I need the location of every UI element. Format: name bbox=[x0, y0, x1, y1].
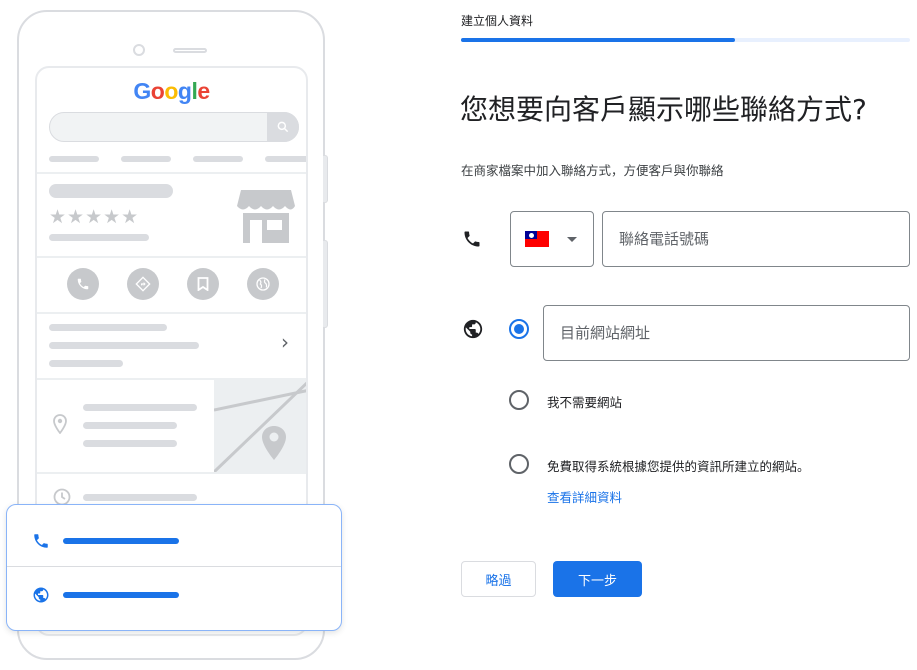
divider bbox=[37, 256, 306, 258]
country-code-select[interactable] bbox=[510, 211, 594, 267]
placeholder-line bbox=[83, 440, 177, 447]
phone-icon bbox=[34, 534, 48, 548]
placeholder-line bbox=[49, 156, 99, 162]
page-title: 您想要向客戶顯示哪些聯絡方式? bbox=[460, 93, 867, 126]
placeholder-line bbox=[49, 324, 167, 331]
globe-icon bbox=[463, 319, 483, 339]
placeholder-line bbox=[49, 184, 173, 198]
dropdown-arrow-icon bbox=[567, 236, 577, 242]
radio-label-free-website: 免費取得系統根據您提供的資訊所建立的網站。 bbox=[547, 459, 810, 474]
step-label: 建立個人資料 bbox=[461, 14, 534, 28]
divider bbox=[37, 472, 306, 474]
taiwan-flag-icon bbox=[525, 231, 549, 247]
placeholder-line bbox=[63, 538, 179, 544]
placeholder-line bbox=[83, 422, 177, 429]
progress-bar bbox=[461, 38, 910, 42]
storefront-icon bbox=[237, 190, 295, 243]
divider bbox=[7, 566, 341, 567]
search-icon bbox=[267, 112, 299, 142]
placeholder-line bbox=[49, 360, 123, 367]
phone-number-input[interactable] bbox=[602, 211, 910, 267]
radio-existing-website[interactable] bbox=[509, 319, 529, 339]
phone-icon bbox=[67, 268, 99, 300]
placeholder-line bbox=[121, 156, 171, 162]
location-pin-icon bbox=[53, 414, 67, 434]
phone-camera bbox=[133, 44, 145, 56]
globe-icon bbox=[247, 268, 279, 300]
placeholder-line bbox=[49, 234, 149, 241]
placeholder-line bbox=[193, 156, 243, 162]
radio-label-no-website: 我不需要網站 bbox=[547, 395, 623, 410]
radio-free-website[interactable] bbox=[509, 454, 529, 474]
search-bar-illustration bbox=[49, 112, 299, 142]
chevron-right-icon: › bbox=[281, 330, 289, 354]
placeholder-line bbox=[63, 592, 179, 598]
directions-icon bbox=[127, 268, 159, 300]
next-button[interactable]: 下一步 bbox=[553, 561, 642, 597]
skip-button[interactable]: 略過 bbox=[461, 561, 536, 597]
bookmark-icon bbox=[187, 268, 219, 300]
google-logo: Google bbox=[133, 78, 210, 104]
phone-icon bbox=[464, 231, 480, 247]
globe-icon bbox=[33, 587, 49, 603]
website-url-input[interactable] bbox=[543, 305, 910, 361]
placeholder-line bbox=[265, 156, 306, 162]
divider bbox=[37, 172, 306, 174]
radio-no-website[interactable] bbox=[509, 390, 529, 410]
see-details-link[interactable]: 查看詳細資料 bbox=[547, 487, 622, 506]
placeholder-line bbox=[83, 494, 197, 501]
page-subtitle: 在商家檔案中加入聯絡方式，方便客戶與你聯絡 bbox=[461, 163, 724, 178]
divider bbox=[37, 312, 306, 314]
phone-speaker bbox=[173, 48, 207, 53]
phone-side-button bbox=[323, 155, 328, 203]
rating-stars: ★★★★★ bbox=[49, 206, 140, 228]
contact-info-card bbox=[6, 504, 342, 631]
phone-side-button bbox=[323, 240, 328, 328]
progress-fill bbox=[461, 38, 735, 42]
map-thumbnail bbox=[214, 380, 306, 472]
placeholder-line bbox=[49, 342, 199, 349]
placeholder-line bbox=[83, 404, 197, 411]
